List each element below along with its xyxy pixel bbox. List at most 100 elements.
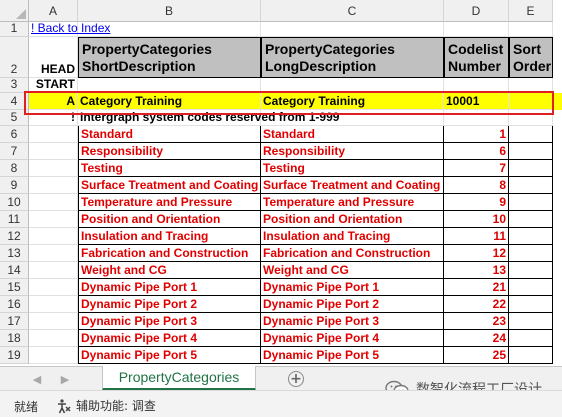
- scroll-right-icon[interactable]: ▶: [58, 372, 72, 386]
- scroll-left-icon[interactable]: ◀: [30, 372, 44, 386]
- row-header[interactable]: 13: [0, 245, 29, 262]
- cell-c[interactable]: Temperature and Pressure: [261, 194, 444, 211]
- cell-c[interactable]: Surface Treatment and Coating: [261, 177, 444, 194]
- row-header[interactable]: 11: [0, 211, 29, 228]
- cell-e[interactable]: [509, 177, 553, 194]
- cell-a[interactable]: HEAD: [29, 37, 78, 78]
- cell-d[interactable]: [444, 110, 509, 126]
- cell-b[interactable]: Insulation and Tracing: [78, 228, 261, 245]
- cell-b[interactable]: Dynamic Pipe Port 5: [78, 347, 261, 364]
- cell-d[interactable]: 24: [444, 330, 509, 347]
- cell-e[interactable]: [509, 22, 553, 37]
- cell-d[interactable]: 10001: [444, 93, 509, 110]
- cell-e[interactable]: [509, 160, 553, 177]
- cell-a[interactable]: [29, 126, 78, 143]
- cell-e[interactable]: [509, 143, 553, 160]
- column-title-d[interactable]: Codelist Number: [444, 37, 509, 78]
- cell-e[interactable]: [509, 194, 553, 211]
- cell-b[interactable]: Dynamic Pipe Port 4: [78, 330, 261, 347]
- row-header[interactable]: 7: [0, 143, 29, 160]
- cell-a[interactable]: [29, 262, 78, 279]
- row-header[interactable]: 3: [0, 77, 29, 93]
- back-to-index-link[interactable]: ! Back to Index: [29, 21, 110, 37]
- cell-a[interactable]: [29, 330, 78, 347]
- cell-d[interactable]: 21: [444, 279, 509, 296]
- cell-e[interactable]: [509, 211, 553, 228]
- cell-d[interactable]: 8: [444, 177, 509, 194]
- cell-d[interactable]: 9: [444, 194, 509, 211]
- cell-b[interactable]: Dynamic Pipe Port 2: [78, 296, 261, 313]
- cell-e[interactable]: [509, 279, 553, 296]
- cell-a[interactable]: !: [29, 110, 78, 126]
- cell-e[interactable]: [509, 93, 553, 110]
- spreadsheet-grid[interactable]: ABCDE 1 2 3 4 5 6 7 8 9 10 11 12 13 14 15 16 17 18 19 ! Ba…: [0, 0, 562, 366]
- cell-e[interactable]: [509, 228, 553, 245]
- column-header-d[interactable]: D: [444, 0, 509, 22]
- cell-b[interactable]: Standard: [78, 126, 261, 143]
- cell-a[interactable]: [29, 245, 78, 262]
- cell-a[interactable]: [29, 160, 78, 177]
- cell-c[interactable]: Responsibility: [261, 143, 444, 160]
- cell-d[interactable]: 7: [444, 160, 509, 177]
- cell-c[interactable]: Dynamic Pipe Port 5: [261, 347, 444, 364]
- cell-d[interactable]: 23: [444, 313, 509, 330]
- cell-e[interactable]: [509, 126, 553, 143]
- row-header[interactable]: 10: [0, 194, 29, 211]
- cell-d[interactable]: 1: [444, 126, 509, 143]
- row-header[interactable]: 1: [0, 21, 29, 37]
- cell-e[interactable]: [509, 330, 553, 347]
- cell-e[interactable]: [509, 245, 553, 262]
- row-header[interactable]: 2: [0, 37, 29, 78]
- column-title-b[interactable]: PropertyCategories ShortDescription: [78, 37, 261, 78]
- column-title-e[interactable]: Sort Order: [509, 37, 553, 78]
- cell-e[interactable]: [509, 78, 553, 93]
- cell-e[interactable]: [509, 110, 553, 126]
- cell-c[interactable]: [261, 22, 444, 37]
- cell-c[interactable]: Category Training: [261, 93, 444, 110]
- cell-b[interactable]: Position and Orientation: [78, 211, 261, 228]
- row-header[interactable]: 5: [0, 110, 29, 126]
- cell-b[interactable]: Testing: [78, 160, 261, 177]
- cell-c[interactable]: [261, 110, 444, 126]
- cell-b[interactable]: Responsibility: [78, 143, 261, 160]
- cell-a[interactable]: [29, 211, 78, 228]
- row-header[interactable]: 6: [0, 126, 29, 143]
- cell-b[interactable]: Category Training: [78, 93, 261, 110]
- cell-a[interactable]: [29, 228, 78, 245]
- cell-a[interactable]: [29, 279, 78, 296]
- row-header[interactable]: 12: [0, 228, 29, 245]
- cell-c[interactable]: [261, 78, 444, 93]
- cell-b[interactable]: [78, 22, 261, 37]
- row-header[interactable]: 9: [0, 177, 29, 194]
- row-header[interactable]: 16: [0, 296, 29, 313]
- sheet-tab-propertycategories[interactable]: PropertyCategories: [102, 366, 256, 391]
- cell-c[interactable]: Dynamic Pipe Port 1: [261, 279, 444, 296]
- cell-c[interactable]: Standard: [261, 126, 444, 143]
- cell-d[interactable]: 11: [444, 228, 509, 245]
- cell-b[interactable]: [78, 78, 261, 93]
- row-header[interactable]: 17: [0, 313, 29, 330]
- cell-d[interactable]: 6: [444, 143, 509, 160]
- cell-a[interactable]: START: [29, 77, 78, 93]
- cell-b[interactable]: Surface Treatment and Coating: [78, 177, 261, 194]
- cell-a[interactable]: [29, 313, 78, 330]
- cell-a[interactable]: [29, 177, 78, 194]
- column-header-e[interactable]: E: [509, 0, 553, 22]
- row-header[interactable]: 18: [0, 330, 29, 347]
- cell-c[interactable]: Weight and CG: [261, 262, 444, 279]
- cell-c[interactable]: Testing: [261, 160, 444, 177]
- row-header[interactable]: 4: [0, 93, 29, 110]
- cell-c[interactable]: Position and Orientation: [261, 211, 444, 228]
- cell-d[interactable]: 12: [444, 245, 509, 262]
- cell-a[interactable]: [29, 347, 78, 364]
- cell-e[interactable]: [509, 296, 553, 313]
- cell-b[interactable]: Temperature and Pressure: [78, 194, 261, 211]
- cell-e[interactable]: [509, 347, 553, 364]
- cell-b[interactable]: Weight and CG: [78, 262, 261, 279]
- cell-c[interactable]: Fabrication and Construction: [261, 245, 444, 262]
- cell-e[interactable]: [509, 313, 553, 330]
- column-header-a[interactable]: A: [29, 0, 78, 22]
- cell-d[interactable]: 25: [444, 347, 509, 364]
- row-header[interactable]: 19: [0, 347, 29, 364]
- column-header-c[interactable]: C: [261, 0, 444, 22]
